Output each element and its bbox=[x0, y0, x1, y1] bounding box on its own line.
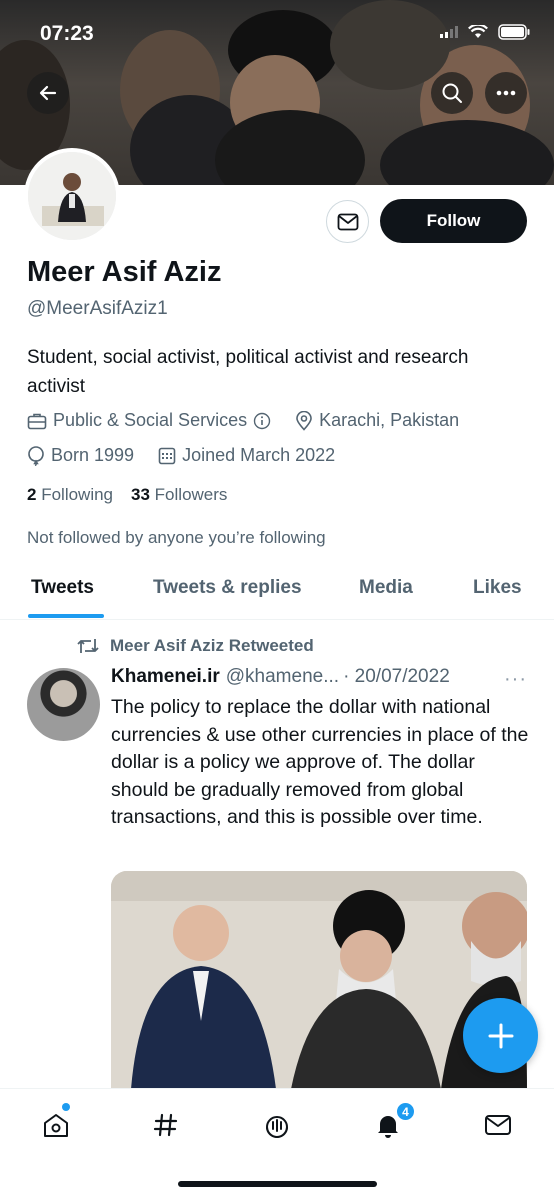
battery-icon bbox=[498, 24, 530, 40]
search-button[interactable] bbox=[431, 72, 473, 114]
status-bar: 07:23 bbox=[0, 0, 554, 64]
status-time: 07:23 bbox=[40, 22, 94, 45]
tweet-author-avatar[interactable] bbox=[27, 668, 100, 741]
follow-button[interactable]: Follow bbox=[380, 199, 527, 243]
tweet-author-handle[interactable]: @khamene... bbox=[226, 666, 339, 688]
followers-link[interactable]: 33 Followers bbox=[131, 485, 227, 505]
profile-name: Meer Asif Aziz bbox=[27, 256, 222, 288]
briefcase-icon bbox=[27, 413, 47, 429]
back-button[interactable] bbox=[27, 72, 69, 114]
tab-tweets[interactable]: Tweets bbox=[31, 577, 94, 599]
tab-likes[interactable]: Likes bbox=[473, 577, 522, 599]
profile-location: Karachi, Pakistan bbox=[319, 410, 460, 430]
tweet-media-image[interactable] bbox=[111, 871, 527, 1089]
retweet-label[interactable]: Meer Asif Aziz Retweeted bbox=[110, 636, 314, 656]
avatar-photo bbox=[28, 152, 116, 240]
not-followed-text: Not followed by anyone you’re following bbox=[27, 528, 326, 547]
profile-bio: Student, social activist, political acti… bbox=[27, 347, 469, 397]
message-button[interactable] bbox=[326, 200, 369, 243]
search-icon bbox=[442, 83, 462, 103]
tweet-header: Khamenei.ir @khamene... · 20/07/2022 bbox=[111, 666, 531, 688]
tab-tweets-and-replies[interactable]: Tweets & replies bbox=[153, 577, 302, 599]
wifi-icon bbox=[468, 25, 488, 38]
retweet-indicator: Meer Asif Aziz Retweeted bbox=[76, 636, 314, 656]
back-icon bbox=[39, 85, 57, 101]
location-icon bbox=[296, 410, 312, 431]
home-indicator[interactable] bbox=[178, 1181, 377, 1187]
balloon-icon bbox=[28, 445, 44, 466]
following-count: 2 bbox=[27, 485, 37, 504]
tweet-date[interactable]: · 20/07/2022 bbox=[343, 666, 450, 688]
hashtag-icon bbox=[153, 1113, 178, 1137]
profile-joined: Joined March 2022 bbox=[182, 445, 336, 465]
active-tab-indicator bbox=[28, 614, 104, 618]
compose-icon bbox=[488, 1023, 513, 1048]
nav-explore[interactable] bbox=[146, 1105, 186, 1145]
profile-avatar[interactable] bbox=[24, 148, 120, 244]
tweet-author-name[interactable]: Khamenei.ir bbox=[111, 666, 220, 688]
nav-home[interactable] bbox=[36, 1105, 76, 1145]
message-icon bbox=[337, 213, 358, 230]
tweet-text: The policy to replace the dollar with na… bbox=[111, 696, 529, 828]
nav-spaces[interactable] bbox=[257, 1105, 297, 1145]
more-options-button[interactable] bbox=[485, 72, 527, 114]
status-icons bbox=[440, 24, 530, 40]
compose-tweet-button[interactable] bbox=[463, 998, 538, 1073]
followers-label: Followers bbox=[154, 485, 228, 504]
notification-badge: 4 bbox=[395, 1101, 416, 1122]
retweet-icon bbox=[77, 639, 99, 653]
calendar-icon bbox=[158, 447, 176, 464]
home-icon bbox=[44, 1114, 68, 1137]
profile-meta-row-2: Born 1999 Joined March 2022 bbox=[27, 445, 335, 466]
profile-born: Born 1999 bbox=[51, 445, 135, 465]
following-label: Following bbox=[41, 485, 114, 504]
profile-category[interactable]: Public & Social Services bbox=[53, 410, 247, 431]
profile-handle: @MeerAsifAziz1 bbox=[27, 298, 168, 319]
tweet-more-button[interactable]: ··· bbox=[504, 668, 527, 691]
profile-meta-row-1: Public & Social Services Karachi, Pakist… bbox=[27, 410, 459, 431]
following-link[interactable]: 2 Following bbox=[27, 485, 113, 505]
followers-count: 33 bbox=[131, 485, 150, 504]
spaces-icon bbox=[266, 1116, 289, 1139]
info-icon[interactable] bbox=[253, 412, 271, 430]
mail-icon bbox=[485, 1115, 511, 1135]
nav-messages[interactable] bbox=[478, 1105, 518, 1145]
home-unread-dot bbox=[62, 1103, 70, 1111]
profile-tabs: Tweets Tweets & replies Media Likes bbox=[0, 565, 554, 620]
signal-icon bbox=[440, 26, 458, 38]
tweet-photo bbox=[111, 871, 527, 1089]
tab-media[interactable]: Media bbox=[359, 577, 413, 599]
follow-counts: 2 Following 33 Followers bbox=[27, 485, 227, 505]
more-icon bbox=[496, 90, 516, 96]
